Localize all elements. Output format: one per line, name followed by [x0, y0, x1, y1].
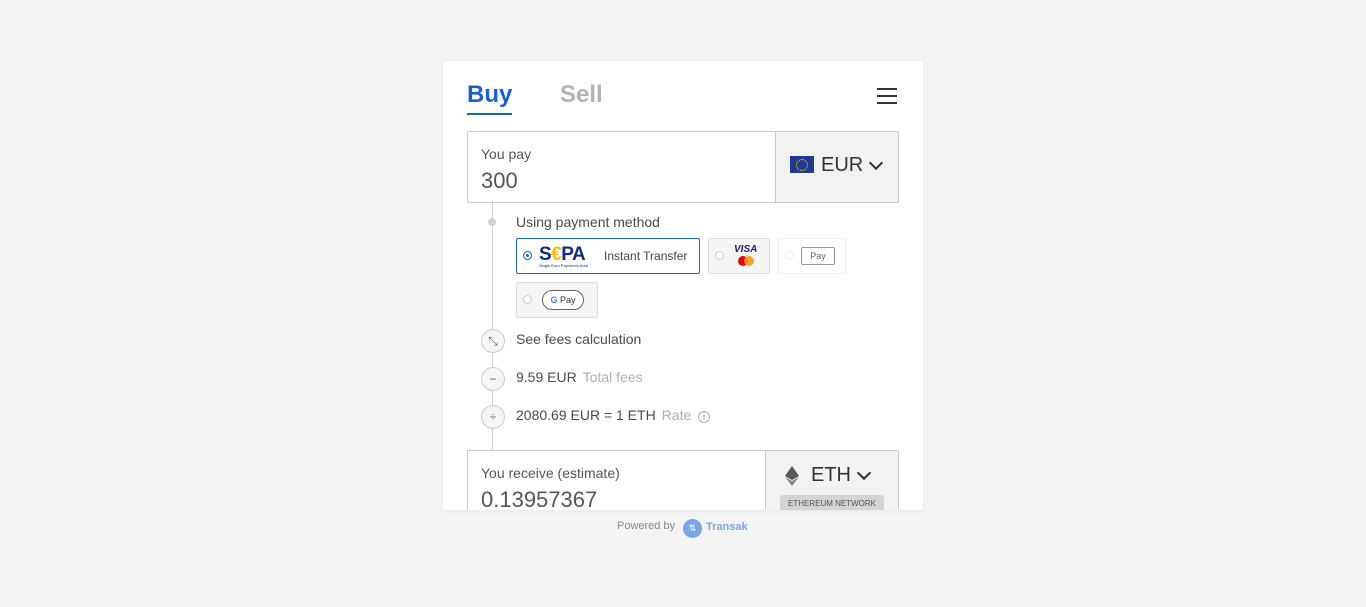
collapse-icon[interactable]: ⤡	[481, 329, 505, 353]
sepa-subtitle: Single Euro Payments Area	[539, 263, 588, 268]
timeline-dot	[488, 218, 496, 226]
chevron-down-icon	[856, 465, 872, 481]
transak-brand[interactable]: Transak	[706, 521, 748, 533]
receive-currency-code: ETH	[811, 464, 851, 486]
see-fees-link[interactable]: See fees calculation	[516, 331, 641, 347]
tab-buy-label: Buy	[467, 81, 513, 108]
rate-row: 2080.69 EUR = 1 ETH Rate i	[516, 407, 711, 423]
payment-option-google-pay[interactable]: G Pay	[516, 282, 598, 318]
payment-option-sepa[interactable]: S€PA Single Euro Payments Area Instant T…	[516, 238, 700, 274]
rate-value: 2080.69 EUR = 1 ETH	[516, 407, 656, 423]
apple-pay-logo: Pay	[801, 247, 835, 265]
powered-by: Powered by ⇅ Transak	[617, 519, 748, 538]
you-pay-input[interactable]: 300	[481, 168, 518, 194]
transak-logo-icon: ⇅	[683, 519, 702, 538]
chevron-down-icon	[868, 155, 884, 171]
tab-buy[interactable]: Buy	[467, 81, 513, 115]
total-fees-row: 9.59 EUR Total fees	[516, 369, 643, 385]
info-icon[interactable]: i	[698, 411, 711, 423]
you-pay-label: You pay	[481, 146, 532, 162]
rate-label: Rate	[661, 407, 692, 423]
eu-flag-icon	[790, 156, 814, 173]
tab-sell-label: Sell	[560, 81, 603, 108]
tab-sell[interactable]: Sell	[560, 81, 603, 109]
you-pay-field: You pay 300 EUR	[467, 131, 899, 203]
radio	[523, 295, 532, 304]
you-receive-label: You receive (estimate)	[481, 465, 620, 481]
fees-amount: 9.59 EUR	[516, 369, 577, 385]
minus-icon: −	[481, 367, 505, 391]
you-receive-field: You receive (estimate) 0.13957367 ETH ET…	[467, 450, 899, 510]
payment-option-apple-pay[interactable]: Pay	[778, 238, 846, 274]
active-tab-underline	[467, 113, 513, 115]
payment-option-card[interactable]: VISA	[708, 238, 770, 274]
apple-pay-text: Pay	[810, 251, 826, 261]
powered-by-text: Powered by	[617, 520, 676, 532]
google-pay-logo: G Pay	[542, 290, 584, 310]
receive-currency-selector[interactable]: ETH ETHEREUM NETWORK	[765, 451, 898, 510]
network-badge: ETHEREUM NETWORK	[780, 495, 884, 510]
widget-card: Buy Sell You pay 300 EUR Using payment m…	[443, 61, 923, 510]
fees-label: Total fees	[582, 369, 643, 385]
pay-currency-code: EUR	[821, 154, 864, 176]
divide-icon: ÷	[481, 405, 505, 429]
you-receive-value: 0.13957367	[481, 487, 598, 510]
payment-method-heading: Using payment method	[516, 214, 660, 230]
radio-selected	[523, 251, 532, 260]
radio	[715, 251, 724, 260]
pay-currency-selector[interactable]: EUR	[775, 132, 898, 202]
menu-icon[interactable]	[877, 88, 897, 104]
visa-logo: VISA	[734, 244, 758, 255]
eth-icon	[785, 466, 799, 486]
sepa-label: Instant Transfer	[604, 249, 688, 263]
radio	[785, 251, 794, 260]
